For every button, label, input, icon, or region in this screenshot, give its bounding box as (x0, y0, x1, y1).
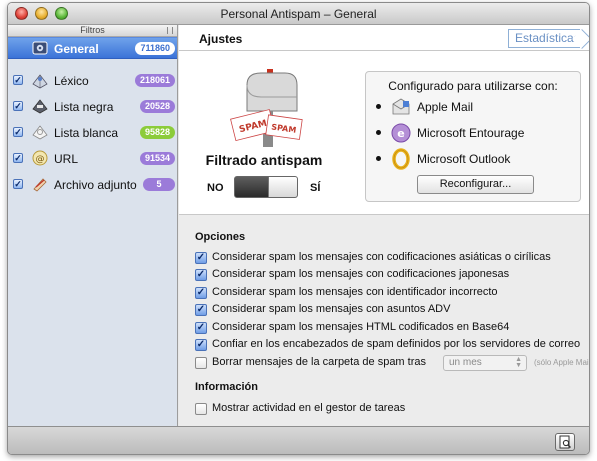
client-entourage: e Microsoft Entourage (376, 122, 576, 144)
antispam-toggle[interactable] (234, 176, 298, 198)
apple-mail-only-hint: (sólo Apple Mail) (534, 358, 590, 367)
url-icon: @ (30, 148, 50, 168)
panel-header: Ajustes Estadísticas (179, 25, 589, 51)
client-label: Apple Mail (417, 100, 474, 114)
client-label: Microsoft Outlook (417, 152, 511, 166)
checkbox[interactable]: ✓ (195, 357, 207, 369)
option-label: Considerar spam los mensajes con identif… (212, 286, 498, 298)
sidebar-resize-grip[interactable] (167, 27, 173, 34)
sidebar-header: Filtros (8, 25, 177, 37)
whitelist-icon (30, 122, 50, 142)
sidebar-item-lista-blanca[interactable]: ✓ Lista blanca 95828 (8, 122, 177, 142)
sidebar-item-url[interactable]: ✓ @ URL 91534 (8, 148, 177, 168)
blacklist-icon (30, 96, 50, 116)
option-show-activity[interactable]: ✓ Mostrar actividad en el gestor de tare… (195, 402, 589, 417)
sidebar-header-label: Filtros (80, 25, 105, 35)
option-label: Considerar spam los mensajes con asuntos… (212, 303, 451, 315)
bottom-toolbar (8, 426, 589, 454)
checkbox[interactable]: ✓ (195, 322, 207, 334)
filter-enabled-checkbox[interactable]: ✓ (13, 153, 23, 163)
option-delete-after[interactable]: ✓ Borrar mensajes de la carpeta de spam … (195, 355, 590, 371)
entourage-icon: e (390, 122, 412, 144)
count-badge: 5 (143, 178, 175, 191)
client-apple-mail: Apple Mail (376, 96, 576, 118)
title-bar: Personal Antispam – General (8, 3, 589, 25)
checkbox[interactable]: ✓ (195, 287, 207, 299)
bullet (376, 156, 381, 161)
filter-enabled-checkbox[interactable]: ✓ (13, 179, 23, 189)
tab-ajustes[interactable]: Ajustes (199, 32, 242, 46)
lexicon-icon (30, 70, 50, 90)
options-title: Opciones (195, 231, 246, 243)
select-arrows-icon: ▲ ▼ (515, 356, 522, 369)
sidebar-item-label: Léxico (54, 74, 89, 88)
sidebar-item-lexico[interactable]: ✓ Léxico 218061 (8, 70, 177, 90)
checkbox[interactable]: ✓ (195, 304, 207, 316)
window-title: Personal Antispam – General (220, 7, 377, 21)
option-label: Considerar spam los mensajes con codific… (212, 251, 551, 263)
period-select[interactable]: un mes ▲ ▼ (443, 355, 527, 371)
option-label: Considerar spam los mensajes HTML codifi… (212, 321, 510, 333)
general-settings-icon (30, 38, 50, 58)
sidebar-item-label: URL (54, 152, 79, 166)
client-label: Microsoft Entourage (417, 126, 525, 140)
sidebar-item-label: Lista blanca (54, 126, 119, 140)
checkbox[interactable]: ✓ (195, 269, 207, 281)
mail-clients-box: Configurado para utilizarse con: Apple M… (365, 71, 581, 202)
count-badge: 20528 (139, 100, 175, 113)
option-label: Considerar spam los mensajes con codific… (212, 268, 510, 280)
sidebar-item-label: Lista negra (54, 100, 114, 114)
activity-log-button[interactable] (555, 433, 575, 451)
checkbox[interactable]: ✓ (195, 252, 207, 264)
count-badge: 95828 (139, 126, 175, 139)
filter-enabled-checkbox[interactable]: ✓ (13, 75, 23, 85)
mailbox-spam-icon: SPAM SPAM (227, 67, 307, 149)
document-search-icon (559, 435, 571, 449)
client-outlook: Microsoft Outlook (376, 148, 576, 170)
option-asian-cyrillic[interactable]: ✓ Considerar spam los mensajes con codif… (195, 251, 589, 266)
sidebar-item-lista-negra[interactable]: ✓ Lista negra 20528 (8, 96, 177, 116)
count-badge: 711860 (135, 42, 175, 55)
period-select-value: un mes (449, 357, 482, 368)
checkbox[interactable]: ✓ (195, 339, 207, 351)
option-trust-headers[interactable]: ✓ Confiar en los encabezados de spam def… (195, 338, 589, 353)
count-badge: 218061 (134, 74, 175, 87)
attachment-icon (30, 174, 50, 194)
option-label: Mostrar actividad en el gestor de tareas (212, 402, 406, 414)
filter-title: Filtrado antispam (205, 152, 323, 168)
option-bad-id[interactable]: ✓ Considerar spam los mensajes con ident… (195, 286, 589, 301)
app-window: Personal Antispam – General Filtros Gene… (7, 2, 590, 455)
config-title: Configurado para utilizarse con: (388, 79, 558, 93)
bullet (376, 104, 381, 109)
sidebar-item-label: Archivo adjunto (54, 178, 137, 192)
svg-text:e: e (397, 127, 404, 140)
bullet (376, 130, 381, 135)
sidebar-item-label: General (54, 42, 99, 56)
count-badge: 91534 (139, 152, 175, 165)
option-label: Confiar en los encabezados de spam defin… (212, 338, 581, 350)
option-base64[interactable]: ✓ Considerar spam los mensajes HTML codi… (195, 321, 589, 336)
filter-enabled-checkbox[interactable]: ✓ (13, 101, 23, 111)
checkbox[interactable]: ✓ (195, 403, 207, 415)
toggle-on-label: SÍ (310, 182, 321, 194)
sidebar-item-archivo-adjunto[interactable]: ✓ Archivo adjunto 5 (8, 174, 177, 194)
filter-enabled-checkbox[interactable]: ✓ (13, 127, 23, 137)
info-title: Información (195, 381, 258, 393)
option-adv[interactable]: ✓ Considerar spam los mensajes con asunt… (195, 303, 589, 318)
option-label: Borrar mensajes de la carpeta de spam tr… (212, 356, 426, 368)
statistics-button[interactable]: Estadísticas (508, 29, 580, 48)
option-japanese[interactable]: ✓ Considerar spam los mensajes con codif… (195, 268, 589, 283)
settings-panel: Ajustes Estadísticas SPAM SPAM Filtrado … (179, 25, 590, 426)
toggle-knob[interactable] (268, 177, 297, 197)
apple-mail-icon (390, 96, 412, 118)
outlook-icon (390, 148, 412, 170)
filters-sidebar: Filtros General 711860 ✓ Léxico 218061 ✓… (8, 25, 178, 426)
reconfigure-button[interactable]: Reconfigurar... (417, 175, 534, 194)
filter-status-section: SPAM SPAM Filtrado antispam NO SÍ Config… (179, 51, 589, 215)
svg-text:@: @ (36, 155, 45, 165)
sidebar-item-general[interactable]: General 711860 (8, 37, 177, 59)
toggle-off-label: NO (207, 182, 224, 194)
